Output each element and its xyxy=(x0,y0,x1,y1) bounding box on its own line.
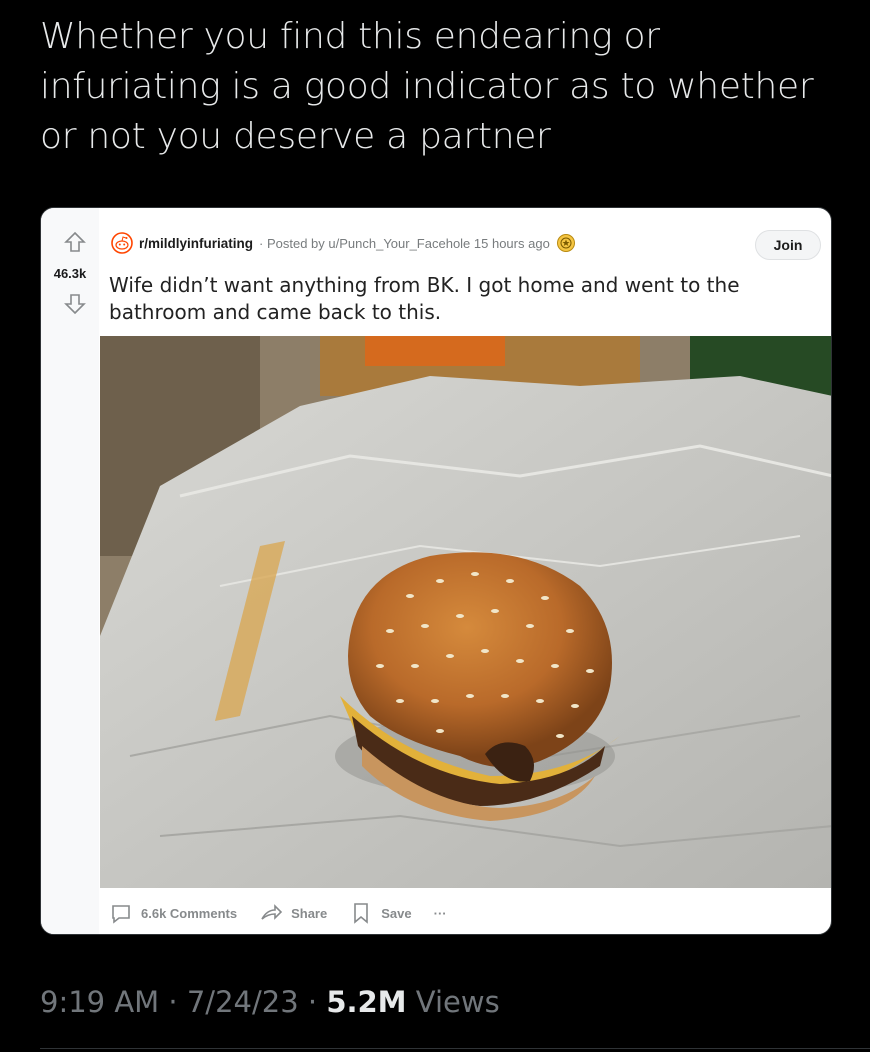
share-button[interactable]: Share xyxy=(259,901,327,925)
subreddit-icon xyxy=(111,232,133,254)
post-actions: 6.6k Comments Share Save ··· xyxy=(109,898,447,928)
tweet-time[interactable]: 9:19 AM xyxy=(40,985,159,1019)
share-label: Share xyxy=(291,905,328,921)
award-icon xyxy=(556,234,575,252)
post-image-burger[interactable] xyxy=(100,336,831,888)
vote-column: 46.3k xyxy=(41,208,99,934)
save-button[interactable]: Save xyxy=(349,901,412,925)
save-label: Save xyxy=(381,905,412,921)
subreddit-link[interactable]: r/mildlyinfuriating xyxy=(139,236,253,251)
views-label: Views xyxy=(415,985,500,1019)
bookmark-icon xyxy=(354,903,369,924)
meta-separator: · xyxy=(307,985,318,1019)
comments-label: 6.6k Comments xyxy=(141,905,238,921)
meta-separator: · xyxy=(168,985,178,1019)
reddit-post-card[interactable]: 46.3k r/mildlyinfuriating · Posted by u/… xyxy=(40,207,832,935)
upvote-icon[interactable] xyxy=(63,230,87,254)
tweet-date[interactable]: 7/24/23 xyxy=(187,985,299,1019)
post-title[interactable]: Wife didn’t want anything from BK. I got… xyxy=(109,272,789,326)
more-options-icon: ··· xyxy=(433,905,447,921)
burger-photo-illustration xyxy=(100,336,831,888)
post-meta: r/mildlyinfuriating · Posted by u/Punch_… xyxy=(111,232,576,254)
tweet-meta: 9:19 AM · 7/24/23 · 5.2M Views xyxy=(40,985,500,1019)
vote-score: 46.3k xyxy=(53,266,87,281)
divider xyxy=(40,1048,870,1049)
comment-icon xyxy=(112,905,130,924)
tweet-text: Whether you find this endearing or infur… xyxy=(40,16,814,157)
comments-button[interactable]: 6.6k Comments xyxy=(109,901,237,925)
more-options-button[interactable]: ··· xyxy=(434,906,447,921)
share-icon xyxy=(261,904,283,920)
join-button[interactable]: Join xyxy=(755,230,821,260)
views-count: 5.2M xyxy=(326,985,407,1019)
downvote-icon[interactable] xyxy=(63,292,87,316)
posted-by: · Posted by u/Punch_Your_Facehole 15 hou… xyxy=(259,235,550,251)
